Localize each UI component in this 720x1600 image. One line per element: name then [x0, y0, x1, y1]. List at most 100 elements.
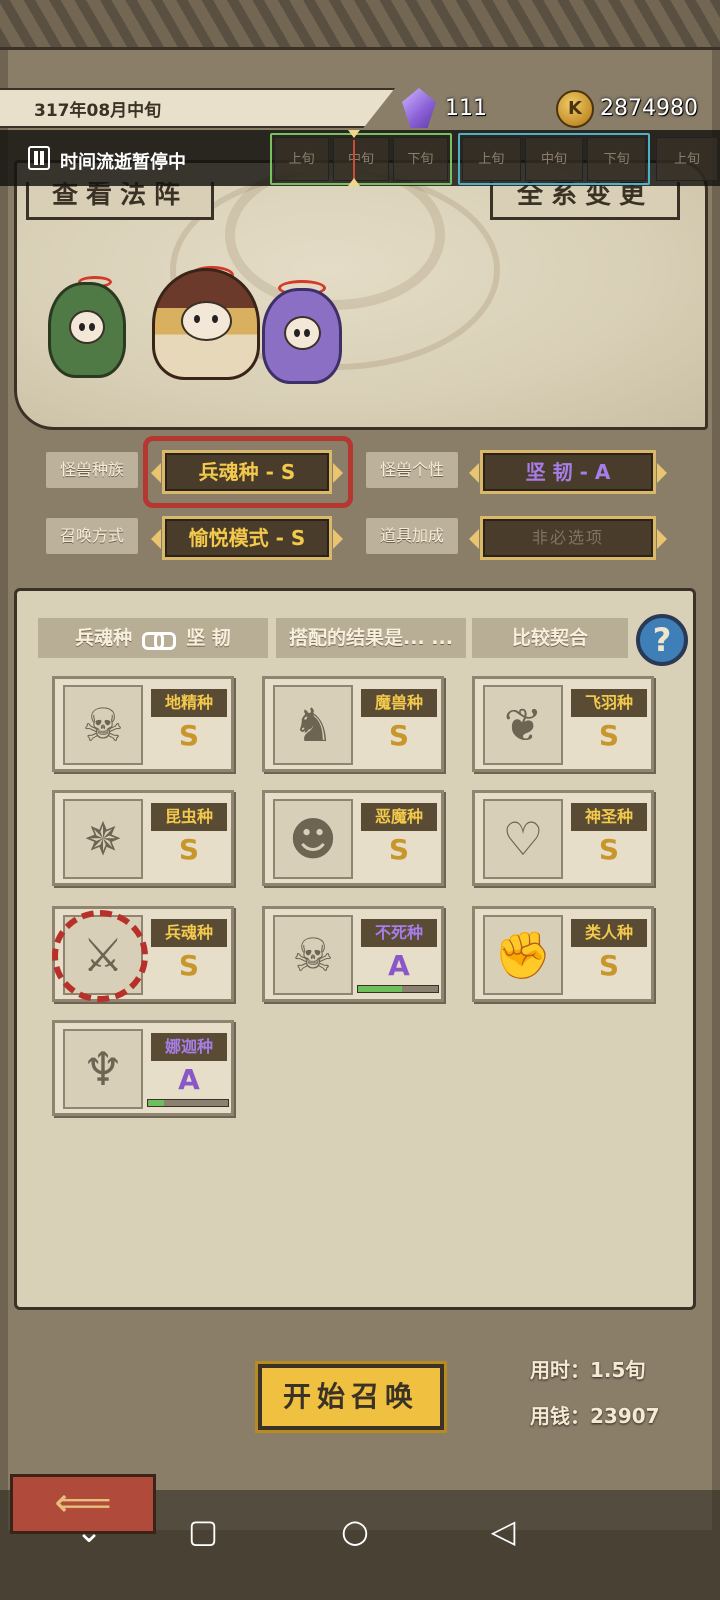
race-name: 飞羽种 — [571, 689, 647, 717]
race-card[interactable]: ♆ 娜迦种 A — [52, 1020, 234, 1116]
race-card[interactable]: ✊ 类人种 S — [472, 906, 654, 1002]
timeline-cell[interactable]: 中旬 — [333, 137, 389, 181]
personality-selector-value: 坚 韧 - A — [525, 460, 611, 484]
item-bonus-label: 道具加成 — [366, 518, 458, 554]
race-card[interactable]: ❦ 飞羽种 S — [472, 676, 654, 772]
race-card[interactable]: ☠ 不死种 A — [262, 906, 444, 1002]
arrow-right-icon[interactable] — [333, 529, 343, 549]
timeline-cell[interactable]: 下旬 — [392, 137, 448, 181]
coin-icon: K — [556, 90, 594, 128]
wings-icon: ❦ — [483, 685, 563, 765]
affinity-progress-fill — [358, 986, 402, 992]
race-name: 恶魔种 — [361, 803, 437, 831]
triangle-back-icon[interactable]: ◁ — [478, 1512, 528, 1550]
race-label: 怪兽种族 — [46, 452, 138, 488]
timeline-current-month: 上旬 中旬 下旬 — [270, 133, 452, 185]
character-face — [180, 300, 232, 341]
item-bonus-selector[interactable]: 非必选项 — [469, 516, 667, 560]
race-grade: S — [598, 949, 620, 982]
race-card[interactable]: ☠ 地精种 S — [52, 676, 234, 772]
character-witch[interactable] — [152, 268, 260, 380]
timeline-cell[interactable]: 下旬 — [587, 137, 647, 181]
square-icon[interactable]: ▢ — [178, 1512, 228, 1550]
arrow-left-icon[interactable] — [151, 463, 161, 483]
race-grade: S — [178, 719, 200, 752]
race-selector-value: 兵魂种 - S — [198, 460, 296, 484]
coin-count: 2874980 — [600, 96, 698, 121]
character-tentacle-girl[interactable] — [262, 288, 342, 384]
money-cost: 用钱：23907 — [530, 1404, 660, 1428]
summon-method-label: 召唤方式 — [46, 518, 138, 554]
crystal-count: 111 — [445, 96, 487, 121]
change-all-button[interactable]: 全系变更 — [490, 182, 680, 220]
character-face — [283, 316, 321, 351]
race-name: 昆虫种 — [151, 803, 227, 831]
timeline-cell[interactable]: 上旬 — [656, 137, 718, 181]
angel-icon: ♡ — [483, 799, 563, 879]
arrow-right-icon[interactable] — [657, 463, 667, 483]
pause-status-text: 时间流逝暂停中 — [60, 152, 186, 173]
character-goblin-chef[interactable] — [48, 282, 126, 378]
race-grade: S — [598, 833, 620, 866]
undead-skull-icon: ☠ — [273, 915, 353, 995]
race-card[interactable]: ♞ 魔兽种 S — [262, 676, 444, 772]
item-bonus-value: 非必选项 — [531, 528, 604, 547]
trident-icon: ♆ — [63, 1029, 143, 1109]
skull-bird-icon: ☠ — [63, 685, 143, 765]
arrow-left-icon[interactable] — [469, 463, 479, 483]
race-card[interactable]: ☻ 恶魔种 S — [262, 790, 444, 886]
spider-icon: ✵ — [63, 799, 143, 879]
arrow-left-icon[interactable] — [469, 529, 479, 549]
affinity-progress-fill — [148, 1100, 164, 1106]
race-grade: S — [598, 719, 620, 752]
race-grade: A — [178, 1063, 200, 1096]
combo-race: 兵魂种 — [75, 627, 133, 649]
timeline-marker-icon — [348, 130, 360, 186]
race-name: 魔兽种 — [361, 689, 437, 717]
race-name: 类人种 — [571, 919, 647, 947]
race-card[interactable]: ✵ 昆虫种 S — [52, 790, 234, 886]
race-name: 神圣种 — [571, 803, 647, 831]
top-decorative-border — [0, 0, 720, 50]
demon-icon: ☻ — [273, 799, 353, 879]
selected-race-ring — [52, 910, 148, 1002]
timeline-cell[interactable]: 上旬 — [274, 137, 330, 181]
timeline-next-month: 上旬 中旬 下旬 — [458, 133, 650, 185]
race-grade: A — [388, 949, 410, 982]
personality-selector[interactable]: 坚 韧 - A — [469, 450, 667, 494]
affinity-progress-bar — [357, 985, 439, 993]
race-selector[interactable]: 兵魂种 - S — [151, 450, 343, 494]
race-grade: S — [388, 719, 410, 752]
help-icon[interactable]: ? — [636, 614, 688, 666]
race-name: 地精种 — [151, 689, 227, 717]
character-face — [69, 310, 105, 345]
time-cost: 用时：1.5旬 — [530, 1358, 646, 1382]
race-name: 娜迦种 — [151, 1033, 227, 1061]
pause-icon[interactable] — [28, 146, 50, 170]
beast-icon: ♞ — [273, 685, 353, 765]
race-grade: S — [388, 833, 410, 866]
circle-icon[interactable]: ○ — [330, 1512, 380, 1550]
arrow-right-icon[interactable] — [657, 529, 667, 549]
race-grade: S — [178, 833, 200, 866]
arrow-right-icon[interactable] — [333, 463, 343, 483]
view-circle-button[interactable]: 查看法阵 — [26, 182, 214, 220]
arrow-left-icon[interactable] — [151, 529, 161, 549]
start-summon-button[interactable]: 开始召唤 — [255, 1361, 447, 1433]
combo-tab: 兵魂种 坚 韧 — [38, 618, 268, 658]
timeline-cell[interactable]: 中旬 — [524, 137, 584, 181]
personality-label: 怪兽个性 — [366, 452, 458, 488]
chain-link-icon — [142, 631, 177, 650]
timeline-following-month: 上旬 — [652, 133, 720, 185]
race-name: 兵魂种 — [151, 919, 227, 947]
race-card[interactable]: ♡ 神圣种 S — [472, 790, 654, 886]
summon-method-value: 愉悦模式 - S — [188, 526, 306, 550]
affinity-progress-bar — [147, 1099, 229, 1107]
race-name: 不死种 — [361, 919, 437, 947]
current-date: 317年08月中旬 — [34, 101, 162, 121]
fist-icon: ✊ — [483, 915, 563, 995]
timeline-cell[interactable]: 上旬 — [462, 137, 521, 181]
chevron-down-icon[interactable]: ⌄ — [64, 1512, 114, 1550]
summon-method-selector[interactable]: 愉悦模式 - S — [151, 516, 343, 560]
compare-tab: 比较契合 — [472, 618, 628, 658]
